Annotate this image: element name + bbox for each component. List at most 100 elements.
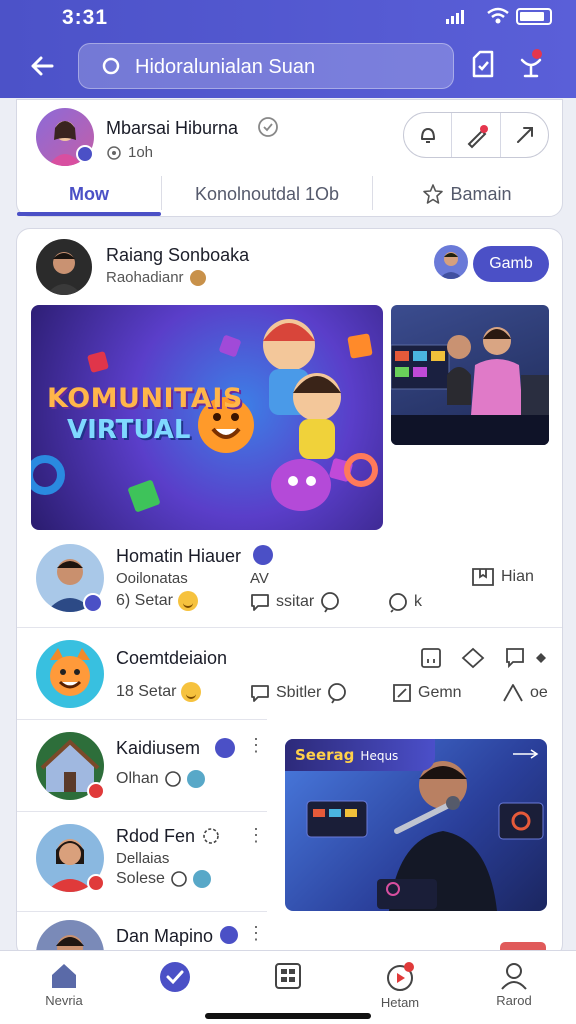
banner-title-line2: VIRTUAL — [67, 415, 191, 445]
tab-bamain[interactable]: Bamain — [373, 172, 561, 216]
comment-count[interactable]: Sbitler — [249, 682, 348, 704]
edit-icon — [393, 684, 411, 702]
post-row[interactable]: Homatin Hiauer Ooilonatas AV 6) Setar ss… — [17, 537, 562, 627]
profile-meta: 1oh — [106, 144, 153, 161]
poster-name: Raiang Sonboaka — [106, 245, 250, 265]
globe-icon — [192, 870, 211, 888]
save-label: Hian — [501, 568, 534, 585]
follow-button[interactable]: Gamb — [473, 246, 549, 282]
nav-label: Nevria — [45, 993, 83, 1008]
comment-count-text: ssitar — [276, 593, 315, 610]
tab-label: Konolnoutdal 1Ob — [194, 183, 340, 204]
medal-icon — [189, 269, 206, 286]
globe-icon — [186, 770, 205, 788]
feed-card: Raiang Sonboaka Raohadianr Gamb KOMUNITA… — [16, 228, 563, 958]
more-options-icon[interactable]: ⋮ — [247, 826, 265, 844]
photo-illustration — [391, 327, 549, 445]
verified-badge — [76, 145, 94, 163]
live-stream-card[interactable]: Seerag Hequs — [285, 739, 547, 911]
time-icon — [171, 871, 187, 887]
nav-grid[interactable] — [248, 957, 328, 1017]
chat-bubble-icon — [328, 683, 347, 704]
star-icon — [423, 184, 444, 204]
community-banner-image[interactable]: KOMUNITAIS VIRTUAL — [31, 305, 383, 530]
save-button[interactable]: Hian — [470, 565, 534, 589]
tab-label: Mow — [69, 183, 109, 204]
nav-video[interactable]: Hetam — [360, 957, 440, 1017]
list-sub: Olhan — [116, 770, 159, 787]
smile-icon — [177, 591, 198, 611]
poster-avatar[interactable] — [36, 239, 92, 295]
share-count[interactable]: k — [387, 591, 422, 613]
edit-button[interactable]: Gemn — [391, 682, 462, 704]
share-button[interactable]: oe — [501, 682, 548, 704]
status-time: 3:31 — [62, 6, 109, 29]
comment-count-text: Sbitler — [276, 684, 322, 701]
action-button-2[interactable] — [452, 113, 501, 157]
like-count-text: 18 Setar — [116, 683, 177, 700]
comment-count[interactable]: ssitar — [249, 591, 341, 613]
share-count-text: k — [414, 593, 422, 610]
pen-icon — [467, 125, 489, 149]
search-input[interactable] — [135, 52, 435, 82]
verified-icon — [253, 545, 273, 565]
action-button-3[interactable] — [501, 113, 548, 157]
alert-badge — [87, 874, 105, 892]
arrow-right-icon[interactable] — [511, 749, 541, 759]
nav-label: Hetam — [380, 995, 420, 1010]
signal-icon — [446, 10, 464, 24]
chat-bubble-icon — [321, 592, 340, 613]
alert-icon[interactable] — [516, 48, 546, 80]
like-count[interactable]: 6) Setar — [116, 591, 198, 611]
chevron-icon[interactable] — [533, 650, 547, 666]
nav-profile[interactable]: Rarod — [474, 957, 554, 1017]
home-icon — [52, 964, 76, 988]
comment-square-icon[interactable] — [504, 646, 526, 670]
small-avatar[interactable] — [434, 245, 468, 279]
person-avatar-icon — [439, 252, 463, 279]
streaming-photo[interactable] — [391, 305, 549, 445]
list-item[interactable]: Rdod Fen ⋮ Dellaias Solese — [17, 811, 267, 911]
bell-icon — [421, 128, 435, 143]
more-options-icon[interactable]: ⋮ — [247, 924, 265, 942]
verified-icon — [220, 926, 238, 944]
nav-label: Rarod — [496, 993, 532, 1008]
check-badge-icon — [160, 962, 190, 992]
clock-icon — [107, 145, 121, 160]
verified-icon — [215, 738, 235, 758]
smile-icon — [181, 682, 202, 702]
nav-badge[interactable] — [135, 957, 215, 1017]
post-row[interactable]: Coemtdeiaion 18 Setar Sbitler Gemn oe — [17, 627, 562, 719]
post-avatar[interactable] — [36, 640, 104, 708]
tab-konolnoutdal[interactable]: Konolnoutdal 1Ob — [162, 172, 372, 216]
tab-mow[interactable]: Mow — [17, 172, 161, 216]
battery-icon — [516, 8, 552, 25]
bookmark-icon — [472, 568, 494, 586]
post-author: Homatin Hiauer — [116, 546, 242, 566]
banner-title-line1: KOMUNITAIS — [47, 383, 243, 414]
list-item[interactable]: Kaidiusem ⋮ Olhan — [17, 719, 267, 811]
more-options-icon[interactable]: ⋮ — [247, 736, 265, 754]
post-sub: Ooilonatas — [116, 570, 188, 587]
like-count[interactable]: 18 Setar — [116, 682, 202, 702]
timer-icon — [203, 828, 219, 844]
profile-tabs: Mow Konolnoutdal 1Ob Bamain — [17, 172, 562, 216]
list-sub2: Solese — [116, 870, 165, 887]
verified-icon — [258, 117, 278, 137]
profile-actions — [403, 112, 549, 158]
action-button-1[interactable] — [404, 113, 453, 157]
share-arrow-icon — [516, 127, 533, 143]
nav-home[interactable]: Nevria — [24, 957, 104, 1017]
back-arrow-icon[interactable] — [26, 50, 58, 82]
diamond-icon[interactable] — [460, 646, 486, 670]
list-name: Kaidiusem — [116, 738, 201, 758]
notes-icon[interactable] — [468, 48, 498, 80]
profile-name: Mbarsai Hiburna — [106, 118, 239, 138]
status-bar: 3:31 — [0, 0, 576, 34]
profile-meta-text: 1oh — [128, 144, 154, 161]
list-sub: Dellaias — [116, 850, 170, 867]
list-name: Rdod Fen — [116, 826, 196, 846]
poster-sub: Raohadianr — [106, 269, 206, 286]
search-bar[interactable] — [78, 43, 454, 89]
tablet-icon[interactable] — [419, 646, 443, 670]
